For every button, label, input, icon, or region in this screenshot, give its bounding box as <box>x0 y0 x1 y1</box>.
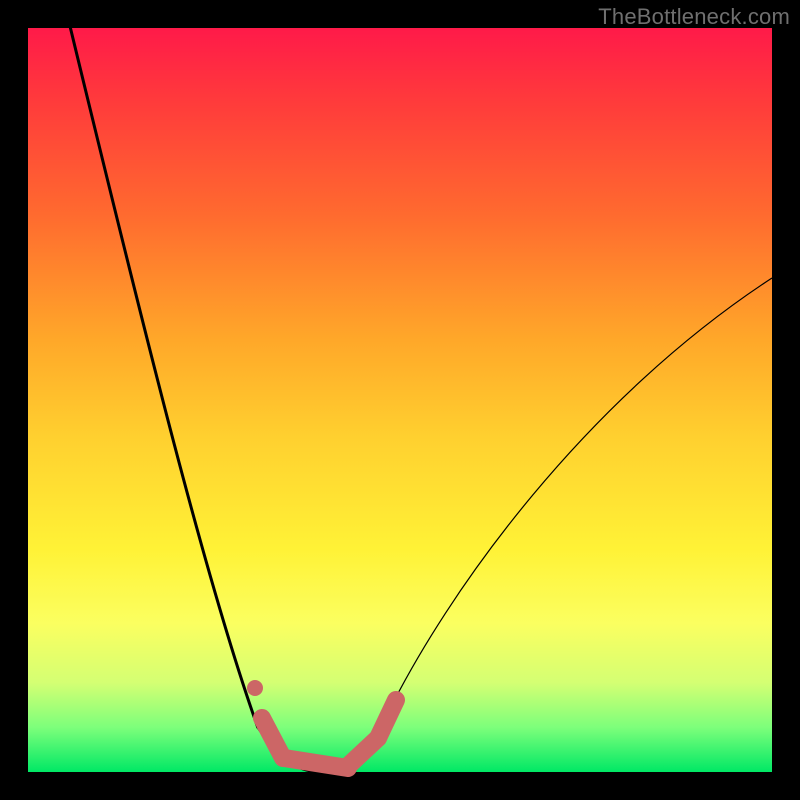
plot-area <box>28 28 772 772</box>
marker-capsule-2 <box>284 758 348 768</box>
curve-left-thick <box>68 18 258 728</box>
watermark-text: TheBottleneck.com <box>598 4 790 30</box>
marker-capsule-4 <box>378 700 396 738</box>
chart-frame: TheBottleneck.com <box>0 0 800 800</box>
curve-svg <box>28 28 772 772</box>
curve-right-thin <box>383 278 772 723</box>
marker-dot <box>247 680 263 696</box>
